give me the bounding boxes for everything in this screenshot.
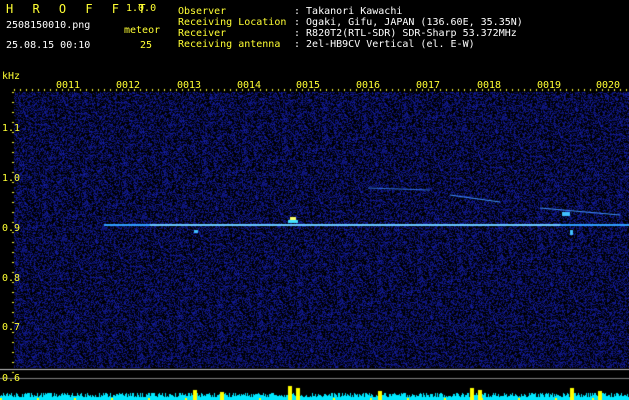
info-label-location: Receiving Location (178, 17, 287, 28)
x-tick-label: 0015 (296, 80, 321, 91)
info-value-location: : Ogaki, Gifu, JAPAN (136.60E, 35.35N) (294, 17, 523, 28)
y-tick-label: 1.0 (2, 173, 21, 184)
info-value-observer: : Takanori Kawachi (294, 6, 403, 17)
x-tick-label: 0013 (177, 80, 202, 91)
x-tick-label: 0014 (237, 80, 262, 91)
y-tick-label: 1.1 (2, 123, 21, 134)
spectrogram-canvas (0, 80, 629, 400)
y-tick-label: 0.9 (2, 223, 21, 234)
x-tick-label: 0017 (416, 80, 441, 91)
y-tick-label: 0.6 (2, 373, 21, 384)
y-tick-label: 0.7 (2, 322, 21, 333)
y-tick-label: 0.8 (2, 273, 21, 284)
filename-label: 2508150010.png (6, 20, 91, 31)
x-tick-label: 0020 (596, 80, 621, 91)
meteor-label: meteor (124, 25, 161, 36)
info-value-receiver: : R820T2(RTL-SDR) SDR-Sharp 53.372MHz (294, 28, 517, 39)
info-label-receiver: Receiver (178, 28, 227, 39)
info-label-observer: Observer (178, 6, 227, 17)
x-tick-label: 0018 (477, 80, 502, 91)
datetime-label: 25.08.15 00:10 (6, 40, 91, 51)
x-tick-label: 0016 (356, 80, 381, 91)
info-value-antenna: : 2el-HB9CV Vertical (el. E-W) (294, 39, 475, 50)
x-tick-label: 0012 (116, 80, 141, 91)
hrofft-window: H R O F F T 1.0.0 2508150010.png 25.08.1… (0, 0, 629, 400)
meteor-count: 25 (140, 40, 153, 51)
x-tick-label: 0019 (537, 80, 562, 91)
app-version: 1.0.0 (126, 3, 157, 14)
info-label-antenna: Receiving antenna (178, 39, 281, 50)
x-tick-label: 0011 (56, 80, 81, 91)
